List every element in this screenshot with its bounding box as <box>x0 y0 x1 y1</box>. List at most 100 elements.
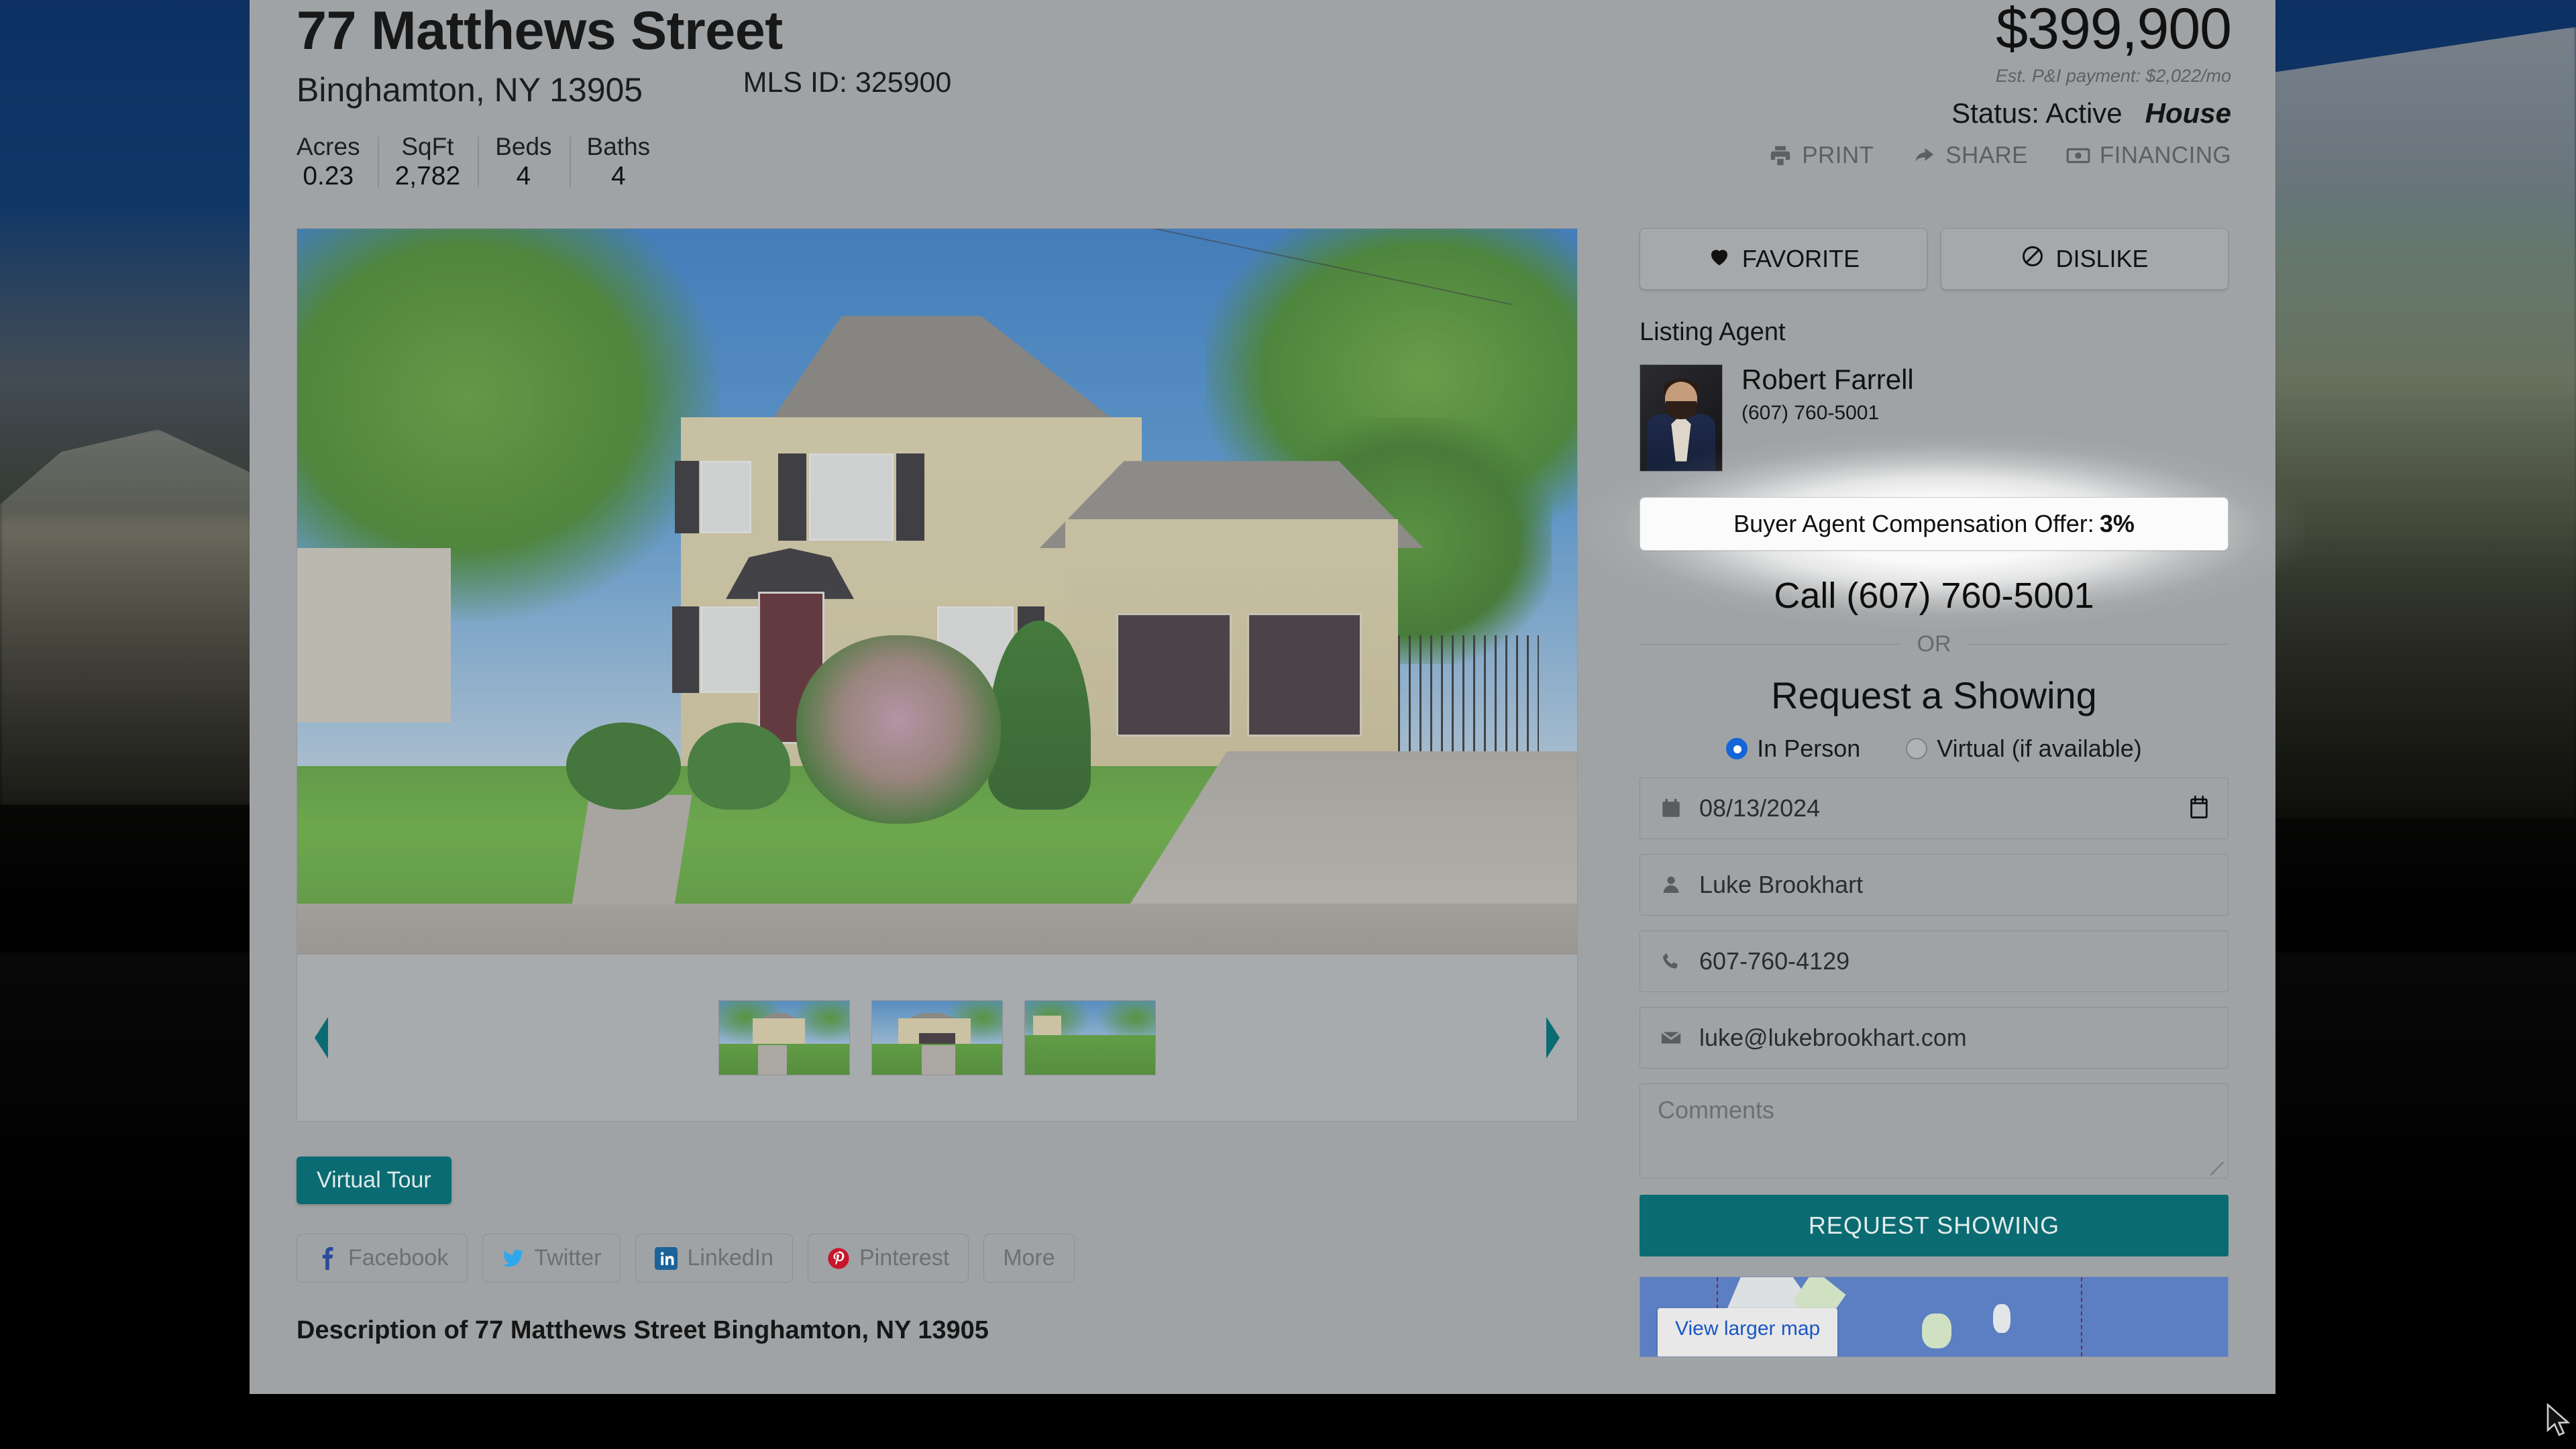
phone-field[interactable]: 607-760-4129 <box>1640 930 2229 992</box>
view-larger-map-link[interactable]: View larger map <box>1658 1308 1837 1357</box>
address-block: 77 Matthews Street Binghamton, NY 13905 … <box>297 0 951 107</box>
showing-date-field[interactable]: 08/13/2024 <box>1640 777 2229 839</box>
hero-photo[interactable] <box>297 229 1577 955</box>
request-showing-button[interactable]: REQUEST SHOWING <box>1640 1195 2229 1256</box>
name-field[interactable]: Luke Brookhart <box>1640 854 2229 916</box>
agent-info: Robert Farrell (607) 760-5001 <box>1741 364 1914 425</box>
share-pinterest-button[interactable]: Pinterest <box>808 1234 969 1283</box>
share-facebook-button[interactable]: Facebook <box>297 1234 468 1283</box>
person-icon <box>1658 874 1684 896</box>
fact-label: Acres <box>297 133 360 162</box>
fact-label: SqFt <box>395 133 461 162</box>
share-icon <box>1911 143 1937 168</box>
radio-dot <box>1906 738 1927 759</box>
location-map[interactable]: View larger map <box>1640 1277 2229 1357</box>
bac-label: Buyer Agent Compensation Offer: <box>1733 510 2094 538</box>
email-value: luke@lukebrookhart.com <box>1699 1024 1967 1052</box>
mouse-cursor <box>2545 1403 2572 1442</box>
city-state-zip: Binghamton, NY 13905 <box>297 73 643 107</box>
listing-detail-card: 77 Matthews Street Binghamton, NY 13905 … <box>250 0 2275 1394</box>
phone-value: 607-760-4129 <box>1699 947 1849 975</box>
financing-button[interactable]: FINANCING <box>2065 142 2231 169</box>
print-label: PRINT <box>1802 142 1874 169</box>
fact-value: 4 <box>587 162 651 192</box>
carousel-prev-arrow[interactable] <box>308 1016 337 1060</box>
header-action-bar: PRINT SHARE FINANCING <box>1768 142 2231 169</box>
comments-textarea[interactable]: Comments <box>1640 1083 2229 1179</box>
fact-baths: Baths 4 <box>570 133 668 191</box>
radio-label: In Person <box>1757 735 1860 763</box>
carousel-next-arrow[interactable] <box>1537 1016 1566 1060</box>
pinterest-icon <box>827 1247 850 1270</box>
estimated-payment: Est. P&I payment: $2,022/mo <box>1951 66 2231 87</box>
status-badge: Status: Active <box>1951 97 2122 129</box>
comments-placeholder: Comments <box>1658 1096 1774 1124</box>
share-more-button[interactable]: More <box>983 1234 1074 1283</box>
envelope-icon <box>1658 1026 1684 1049</box>
name-value: Luke Brookhart <box>1699 871 1863 899</box>
linkedin-icon <box>655 1247 678 1270</box>
showing-type-radio-group: In Person Virtual (if available) <box>1640 735 2229 763</box>
agent-name: Robert Farrell <box>1741 364 1914 395</box>
social-label: LinkedIn <box>687 1245 773 1271</box>
share-button[interactable]: SHARE <box>1911 142 2028 169</box>
gallery-column: Virtual Tour Facebook Twitter <box>297 228 1578 1357</box>
email-field[interactable]: luke@lukebrookhart.com <box>1640 1007 2229 1069</box>
favorite-button[interactable]: FAVORITE <box>1640 228 1927 290</box>
date-picker-button[interactable] <box>2188 794 2210 823</box>
radio-in-person[interactable]: In Person <box>1726 735 1860 763</box>
listing-agent-card: Robert Farrell (607) 760-5001 <box>1640 364 2229 472</box>
share-twitter-button[interactable]: Twitter <box>482 1234 621 1283</box>
dislike-button[interactable]: DISLIKE <box>1941 228 2229 290</box>
property-facts: Acres 0.23 SqFt 2,782 Beds 4 Baths 4 <box>297 133 667 191</box>
or-label: OR <box>1917 631 1951 657</box>
facebook-icon <box>316 1247 339 1270</box>
print-button[interactable]: PRINT <box>1768 142 1874 169</box>
ban-icon <box>2021 244 2045 274</box>
twitter-icon <box>502 1247 525 1270</box>
listing-price: $399,900 <box>1951 0 2231 58</box>
status-line: Status: Active House <box>1951 97 2231 129</box>
listing-header: 77 Matthews Street Binghamton, NY 13905 … <box>250 0 2275 228</box>
bac-value: 3% <box>2100 510 2135 538</box>
fact-value: 2,782 <box>395 162 461 192</box>
call-agent-cta[interactable]: Call (607) 760-5001 <box>1640 575 2229 616</box>
fact-sqft: SqFt 2,782 <box>378 133 478 191</box>
property-type: House <box>2145 97 2231 129</box>
mls-id: MLS ID: 325900 <box>743 66 952 99</box>
heart-icon <box>1707 244 1731 274</box>
fact-value: 4 <box>495 162 551 192</box>
radio-label: Virtual (if available) <box>1937 735 2141 763</box>
agent-phone[interactable]: (607) 760-5001 <box>1741 402 1914 425</box>
fact-beds: Beds 4 <box>478 133 569 191</box>
price-block: $399,900 Est. P&I payment: $2,022/mo Sta… <box>1951 0 2231 129</box>
thumbnail-carousel <box>297 955 1577 1121</box>
radio-virtual[interactable]: Virtual (if available) <box>1906 735 2141 763</box>
social-label: More <box>1003 1245 1055 1271</box>
money-icon <box>2065 143 2091 168</box>
buyer-agent-compensation-box[interactable]: Buyer Agent Compensation Offer: 3% <box>1640 497 2229 551</box>
social-share-bar: Facebook Twitter LinkedIn <box>297 1234 1578 1283</box>
gallery-thumbnail[interactable] <box>718 1000 850 1075</box>
resize-handle-icon[interactable] <box>2210 1162 2224 1175</box>
contact-sidebar: FAVORITE DISLIKE Listing Agent <box>1578 228 2229 1357</box>
listing-body: Virtual Tour Facebook Twitter <box>250 228 2275 1357</box>
social-label: Facebook <box>348 1245 448 1271</box>
fact-value: 0.23 <box>297 162 360 192</box>
share-linkedin-button[interactable]: LinkedIn <box>635 1234 793 1283</box>
financing-label: FINANCING <box>2100 142 2231 169</box>
fact-label: Baths <box>587 133 651 162</box>
fact-label: Beds <box>495 133 551 162</box>
avatar <box>1640 364 1723 472</box>
fact-acres: Acres 0.23 <box>297 133 378 191</box>
phone-icon <box>1658 951 1684 972</box>
gallery-thumbnail[interactable] <box>871 1000 1003 1075</box>
favorite-label: FAVORITE <box>1742 245 1860 273</box>
dislike-label: DISLIKE <box>2055 245 2148 273</box>
page-title: 77 Matthews Street <box>297 0 951 58</box>
share-label: SHARE <box>1945 142 2028 169</box>
gallery-thumbnail[interactable] <box>1024 1000 1156 1075</box>
virtual-tour-button[interactable]: Virtual Tour <box>297 1157 451 1204</box>
request-showing-heading: Request a Showing <box>1640 674 2229 717</box>
favorite-dislike-row: FAVORITE DISLIKE <box>1640 228 2229 290</box>
